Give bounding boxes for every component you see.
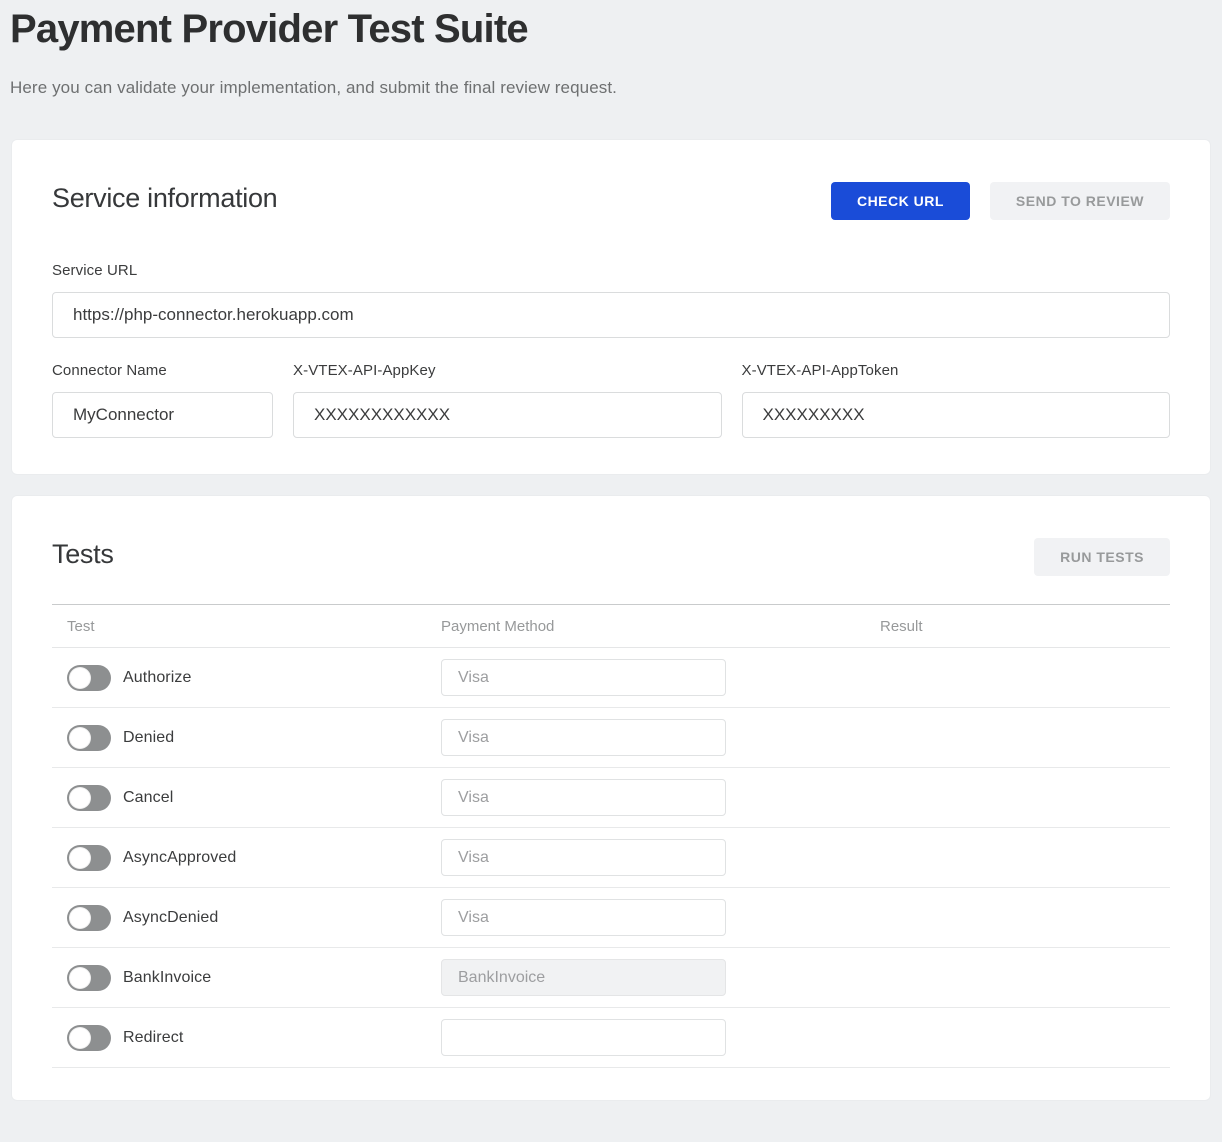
payment-method-cell bbox=[441, 719, 880, 756]
tests-table: Test Payment Method Result Authorize Den… bbox=[52, 604, 1170, 1068]
toggle-knob-icon bbox=[69, 847, 91, 869]
payment-method-cell bbox=[441, 899, 880, 936]
payment-method-input[interactable] bbox=[441, 959, 726, 996]
test-toggle[interactable] bbox=[67, 665, 111, 691]
toggle-knob-icon bbox=[69, 727, 91, 749]
test-toggle[interactable] bbox=[67, 845, 111, 871]
test-row-label: Denied bbox=[123, 729, 174, 747]
column-header-test: Test bbox=[52, 618, 441, 635]
connector-name-label: Connector Name bbox=[52, 362, 273, 379]
app-key-label: X-VTEX-API-AppKey bbox=[293, 362, 722, 379]
tests-card-header: Tests RUN TESTS bbox=[52, 538, 1170, 576]
page-title: Payment Provider Test Suite bbox=[10, 6, 1210, 52]
test-cell: AsyncApproved bbox=[52, 845, 441, 871]
test-row-label: BankInvoice bbox=[123, 969, 211, 987]
service-information-heading: Service information bbox=[52, 182, 277, 214]
column-header-result: Result bbox=[880, 618, 1170, 635]
test-cell: Denied bbox=[52, 725, 441, 751]
service-information-card: Service information CHECK URL SEND TO RE… bbox=[12, 140, 1210, 474]
payment-method-input[interactable] bbox=[441, 839, 726, 876]
tests-table-header: Test Payment Method Result bbox=[52, 604, 1170, 648]
test-row: BankInvoice bbox=[52, 948, 1170, 1008]
toggle-knob-icon bbox=[69, 667, 91, 689]
test-row: Cancel bbox=[52, 768, 1170, 828]
payment-method-cell bbox=[441, 659, 880, 696]
service-actions: CHECK URL SEND TO REVIEW bbox=[831, 182, 1170, 220]
test-cell: Redirect bbox=[52, 1025, 441, 1051]
payment-method-cell bbox=[441, 959, 880, 996]
test-row-label: Cancel bbox=[123, 789, 173, 807]
connector-name-input[interactable] bbox=[52, 392, 273, 438]
test-row: Redirect bbox=[52, 1008, 1170, 1068]
payment-method-cell bbox=[441, 1019, 880, 1056]
test-toggle[interactable] bbox=[67, 1025, 111, 1051]
service-card-header: Service information CHECK URL SEND TO RE… bbox=[52, 182, 1170, 220]
toggle-knob-icon bbox=[69, 787, 91, 809]
service-url-input[interactable] bbox=[52, 292, 1170, 338]
send-to-review-button[interactable]: SEND TO REVIEW bbox=[990, 182, 1170, 220]
test-cell: BankInvoice bbox=[52, 965, 441, 991]
test-row: AsyncDenied bbox=[52, 888, 1170, 948]
credentials-row: Connector Name X-VTEX-API-AppKey X-VTEX-… bbox=[52, 362, 1170, 438]
test-toggle[interactable] bbox=[67, 725, 111, 751]
connector-name-field: Connector Name bbox=[52, 362, 273, 438]
test-row-label: AsyncDenied bbox=[123, 909, 218, 927]
test-row-label: Authorize bbox=[123, 669, 192, 687]
run-tests-button[interactable]: RUN TESTS bbox=[1034, 538, 1170, 576]
test-cell: Cancel bbox=[52, 785, 441, 811]
payment-method-cell bbox=[441, 839, 880, 876]
payment-method-cell bbox=[441, 779, 880, 816]
tests-table-body: Authorize Denied Cancel bbox=[52, 648, 1170, 1068]
toggle-knob-icon bbox=[69, 907, 91, 929]
service-url-field: Service URL bbox=[52, 262, 1170, 338]
test-row: Authorize bbox=[52, 648, 1170, 708]
column-header-payment-method: Payment Method bbox=[441, 618, 880, 635]
test-cell: AsyncDenied bbox=[52, 905, 441, 931]
tests-card: Tests RUN TESTS Test Payment Method Resu… bbox=[12, 496, 1210, 1100]
test-toggle[interactable] bbox=[67, 785, 111, 811]
check-url-button[interactable]: CHECK URL bbox=[831, 182, 970, 220]
payment-method-input[interactable] bbox=[441, 1019, 726, 1056]
test-toggle[interactable] bbox=[67, 965, 111, 991]
test-row: AsyncApproved bbox=[52, 828, 1170, 888]
test-cell: Authorize bbox=[52, 665, 441, 691]
toggle-knob-icon bbox=[69, 967, 91, 989]
app-key-field: X-VTEX-API-AppKey bbox=[293, 362, 722, 438]
test-toggle[interactable] bbox=[67, 905, 111, 931]
payment-method-input[interactable] bbox=[441, 899, 726, 936]
app-token-label: X-VTEX-API-AppToken bbox=[742, 362, 1171, 379]
test-row-label: AsyncApproved bbox=[123, 849, 236, 867]
payment-provider-test-suite-page: Payment Provider Test Suite Here you can… bbox=[0, 0, 1222, 1142]
service-url-label: Service URL bbox=[52, 262, 1170, 279]
payment-method-input[interactable] bbox=[441, 659, 726, 696]
page-subtitle: Here you can validate your implementatio… bbox=[10, 78, 1210, 98]
tests-heading: Tests bbox=[52, 538, 114, 570]
payment-method-input[interactable] bbox=[441, 719, 726, 756]
toggle-knob-icon bbox=[69, 1027, 91, 1049]
app-token-field: X-VTEX-API-AppToken bbox=[742, 362, 1171, 438]
test-row-label: Redirect bbox=[123, 1029, 183, 1047]
payment-method-input[interactable] bbox=[441, 779, 726, 816]
test-row: Denied bbox=[52, 708, 1170, 768]
app-token-input[interactable] bbox=[742, 392, 1171, 438]
page-header: Payment Provider Test Suite Here you can… bbox=[0, 0, 1222, 98]
app-key-input[interactable] bbox=[293, 392, 722, 438]
